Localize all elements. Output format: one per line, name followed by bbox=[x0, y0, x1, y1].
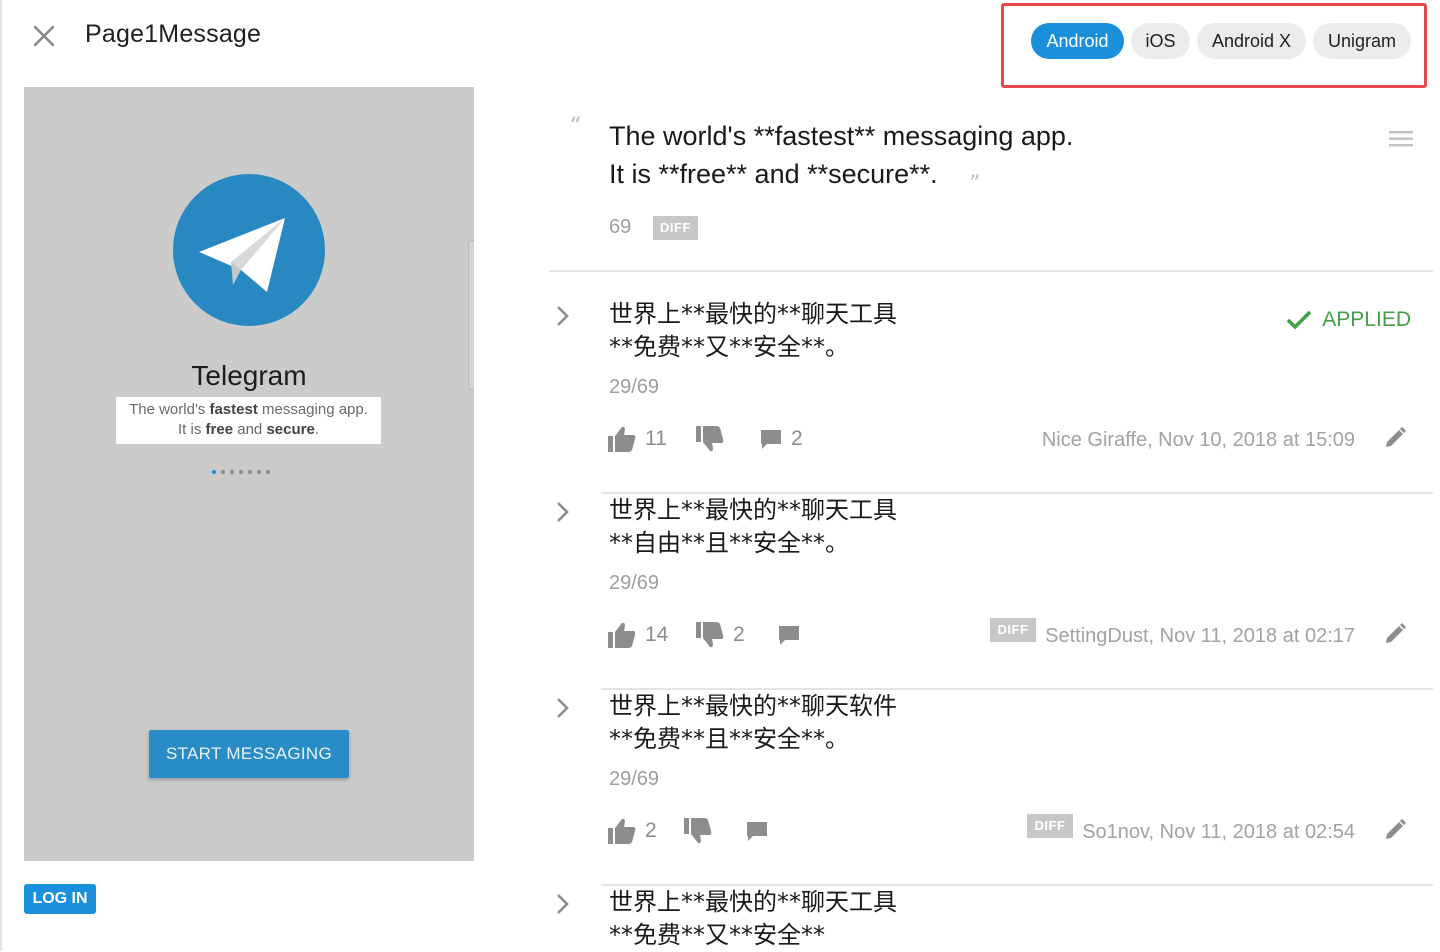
pencil-icon[interactable] bbox=[1383, 622, 1407, 646]
comments-button[interactable]: 2 bbox=[759, 423, 803, 455]
telegram-logo-icon bbox=[173, 174, 325, 326]
string-key-title: Page1Message bbox=[85, 20, 262, 48]
pencil-icon[interactable] bbox=[1383, 818, 1407, 842]
comment-icon bbox=[779, 626, 799, 645]
comment-count: 2 bbox=[791, 427, 803, 450]
suggestion-author: So1nov, Nov 11, 2018 at 02:54 bbox=[1082, 821, 1355, 843]
suggestion-line-2: **免费**又**安全** bbox=[609, 921, 825, 949]
upvote-count: 11 bbox=[645, 427, 667, 450]
upvote-count: 2 bbox=[645, 819, 657, 842]
suggestion-item: 世界上**最快的**聊天工具 **自由**且**安全**。 29/69 14 2… bbox=[549, 494, 1433, 690]
close-button[interactable] bbox=[30, 22, 58, 50]
suggestion-item: 世界上**最快的**聊天软件 **免费**且**安全**。 29/69 2 DI… bbox=[549, 690, 1433, 886]
suggestion-item: 世界上**最快的**聊天工具 **免费**又**安全** bbox=[549, 886, 1433, 951]
suggestion-line-1: 世界上**最快的**聊天工具 bbox=[609, 888, 897, 916]
page-dot bbox=[212, 470, 216, 474]
suggestion-diff-button[interactable]: DIFF bbox=[1027, 814, 1073, 838]
chevron-right-icon[interactable] bbox=[551, 304, 573, 328]
upvote-button[interactable]: 11 bbox=[607, 423, 667, 455]
upvote-button[interactable]: 14 bbox=[607, 619, 668, 651]
suggestion-text: 世界上**最快的**聊天工具 **自由**且**安全**。 bbox=[609, 494, 897, 560]
comments-button[interactable] bbox=[745, 815, 769, 847]
platform-chip-android-x[interactable]: Android X bbox=[1197, 23, 1306, 59]
thumbs-down-icon bbox=[696, 426, 724, 452]
downvote-button[interactable] bbox=[683, 815, 713, 847]
thumbs-down-icon bbox=[684, 818, 712, 844]
suggestion-item: 世界上**最快的**聊天工具 **免费**又**安全**。 29/69 APPL… bbox=[549, 298, 1433, 494]
platform-selector: Android iOS Android X Unigram bbox=[1001, 3, 1427, 88]
check-icon bbox=[1287, 310, 1312, 330]
source-diff-button[interactable]: DIFF bbox=[653, 216, 698, 240]
platform-chip-ios[interactable]: iOS bbox=[1131, 23, 1190, 59]
platform-chip-unigram[interactable]: Unigram bbox=[1313, 23, 1411, 59]
downvote-count: 2 bbox=[733, 623, 745, 646]
applied-label: APPLIED bbox=[1322, 308, 1411, 331]
app-name: Telegram bbox=[191, 360, 307, 391]
suggestion-line-2: **免费**又**安全**。 bbox=[609, 333, 849, 361]
source-line-1: The world's **fastest** messaging app. bbox=[609, 121, 1074, 151]
platform-chip-android[interactable]: Android bbox=[1031, 23, 1124, 59]
suggestion-char-count: 29/69 bbox=[609, 768, 660, 790]
suggestion-diff-button[interactable]: DIFF bbox=[990, 618, 1036, 642]
upvote-count: 14 bbox=[645, 623, 669, 646]
app-tagline: The world's fastest messaging app. It is… bbox=[116, 397, 381, 444]
thumbs-up-icon bbox=[608, 818, 636, 844]
suggestion-char-count: 29/69 bbox=[609, 572, 660, 594]
comment-icon bbox=[761, 430, 781, 449]
suggestion-line-2: **免费**且**安全**。 bbox=[609, 725, 849, 753]
pencil-icon[interactable] bbox=[1383, 426, 1407, 450]
thumbs-down-icon bbox=[696, 622, 724, 648]
page-indicator bbox=[212, 470, 270, 474]
suggestion-text: 世界上**最快的**聊天软件 **免费**且**安全**。 bbox=[609, 690, 897, 756]
page-dot bbox=[230, 470, 234, 474]
suggestion-text: 世界上**最快的**聊天工具 **免费**又**安全** bbox=[609, 886, 897, 952]
page-dot bbox=[266, 470, 270, 474]
applied-status: APPLIED bbox=[1286, 308, 1411, 332]
suggestion-line-2: **自由**且**安全**。 bbox=[609, 529, 849, 557]
source-string: “ The world's **fastest** messaging app.… bbox=[549, 100, 1433, 272]
log-in-button[interactable]: LOG IN bbox=[24, 884, 96, 914]
tagline-line-1: The world's fastest messaging app. bbox=[129, 401, 368, 418]
menu-icon[interactable] bbox=[1389, 130, 1413, 148]
page-dot bbox=[248, 470, 252, 474]
suggestion-char-count: 29/69 bbox=[609, 376, 660, 398]
close-quote-icon: ” bbox=[969, 172, 981, 197]
chevron-right-icon[interactable] bbox=[551, 500, 573, 524]
suggestion-author: SettingDust, Nov 11, 2018 at 02:17 bbox=[1045, 625, 1355, 647]
source-char-count: 69 bbox=[609, 216, 632, 238]
page-dot bbox=[257, 470, 261, 474]
chevron-right-icon[interactable] bbox=[551, 696, 573, 720]
suggestion-author: Nice Giraffe, Nov 10, 2018 at 15:09 bbox=[1041, 429, 1355, 451]
tagline-line-2: It is free and secure. bbox=[178, 421, 319, 438]
chevron-right-icon[interactable] bbox=[551, 892, 573, 916]
source-line-2: It is **free** and **secure**. bbox=[609, 159, 938, 189]
suggestion-line-1: 世界上**最快的**聊天工具 bbox=[609, 496, 897, 524]
open-quote-icon: “ bbox=[569, 112, 582, 140]
thumbs-up-icon bbox=[608, 426, 636, 452]
suggestion-line-1: 世界上**最快的**聊天软件 bbox=[609, 692, 897, 720]
close-icon bbox=[33, 25, 55, 47]
source-text: The world's **fastest** messaging app. I… bbox=[609, 117, 1073, 193]
preview-scroll-handle[interactable] bbox=[468, 240, 474, 390]
page-dot bbox=[221, 470, 225, 474]
suggestion-line-1: 世界上**最快的**聊天工具 bbox=[609, 300, 897, 328]
suggestion-text: 世界上**最快的**聊天工具 **免费**又**安全**。 bbox=[609, 298, 897, 364]
downvote-button[interactable]: 2 bbox=[695, 619, 745, 651]
start-messaging-button[interactable]: START MESSAGING bbox=[149, 730, 349, 778]
window-edge bbox=[0, 0, 2, 951]
comments-button[interactable] bbox=[777, 619, 801, 651]
downvote-button[interactable] bbox=[695, 423, 733, 455]
comment-icon bbox=[747, 822, 767, 841]
thumbs-up-icon bbox=[608, 622, 636, 648]
upvote-button[interactable]: 2 bbox=[607, 815, 657, 847]
screenshot-preview: Telegram The world's fastest messaging a… bbox=[24, 87, 474, 861]
page-dot bbox=[239, 470, 243, 474]
